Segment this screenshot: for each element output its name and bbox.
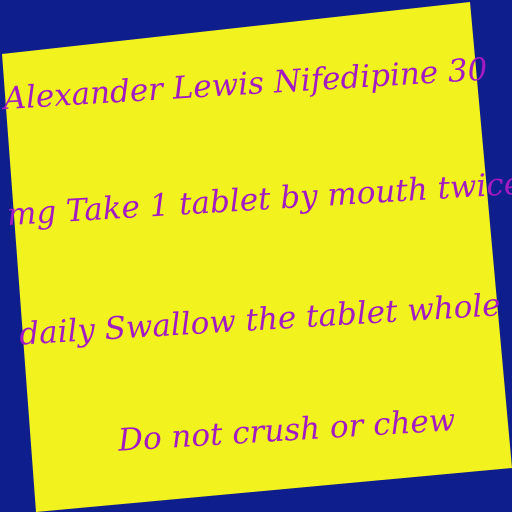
note-line-3: daily Swallow the tablet whole <box>18 287 502 353</box>
note-line-1: Alexander Lewis Nifedipine 30 <box>2 51 489 118</box>
note-line-2: mg Take 1 tablet by mouth twice <box>5 165 512 234</box>
note-line-4: Do not crush or chew <box>117 402 457 459</box>
note-text: Alexander Lewis Nifedipine 30 mg Take 1 … <box>0 0 512 512</box>
